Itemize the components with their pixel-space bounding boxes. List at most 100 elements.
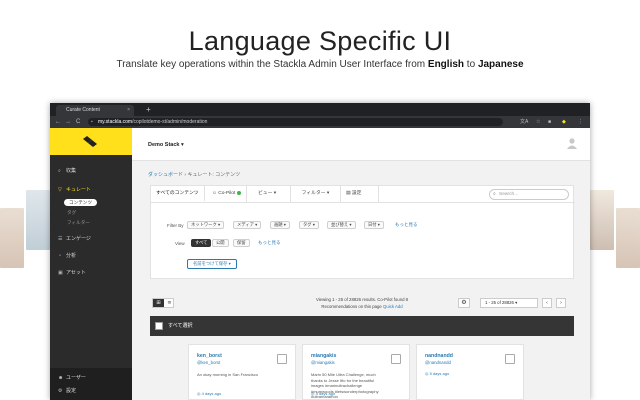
analytics-icon: ◔ xyxy=(58,253,62,259)
subtitle-text: Translate key operations within the Stac… xyxy=(116,59,428,70)
url-path: /copilotdemo-st/admin/moderation xyxy=(132,119,208,125)
browser-tab-bar: Curate Content × + xyxy=(50,103,590,116)
chevron-down-icon: ▾ xyxy=(181,142,184,148)
card-handle[interactable]: @miangakis xyxy=(311,360,335,365)
results-area: ⊞ ≣ Viewing 1 - 25 of 28826 results. Co-… xyxy=(150,294,574,400)
lock-icon: ▪ xyxy=(91,119,93,125)
pagination-select[interactable]: 1 - 25 of 28826 ▾ xyxy=(480,298,538,308)
status-dot xyxy=(236,190,241,195)
translate-icon[interactable]: 文A xyxy=(520,116,528,128)
sidebar-item-collect[interactable]: ⌕ 収集 xyxy=(58,167,76,175)
tab-title: Curate Content xyxy=(66,107,100,113)
sidebar-item-label: 設定 xyxy=(66,388,77,394)
show-more-filters-link[interactable]: もっと見る xyxy=(395,222,418,228)
user-icon: ☻ xyxy=(58,375,64,381)
card-checkbox[interactable] xyxy=(277,354,287,364)
filter-topic[interactable]: 画題 ▾ xyxy=(270,221,290,229)
card-handle[interactable]: @ken_borst xyxy=(197,360,220,365)
next-page-button[interactable]: › xyxy=(556,298,566,308)
breadcrumb-current: キュレート: コンテンツ xyxy=(187,172,241,178)
sidebar-item-label: 分析 xyxy=(66,253,77,259)
stackla-logo[interactable] xyxy=(50,128,132,155)
stackla-extension-icon[interactable]: ◆ xyxy=(562,116,566,128)
breadcrumb: ダッシュボード › キュレート: コンテンツ xyxy=(148,171,240,178)
card-time: ◎ 4 days ago xyxy=(197,391,221,396)
close-icon[interactable]: × xyxy=(127,105,130,116)
show-more-views-link[interactable]: もっと見る xyxy=(258,240,281,246)
card-username[interactable]: nandnandd xyxy=(425,353,453,359)
breadcrumb-dashboard-link[interactable]: ダッシュボード xyxy=(148,172,183,178)
search-icon: ⌕ xyxy=(493,192,496,197)
sidebar-item-users[interactable]: ☻ ユーザー xyxy=(58,374,86,382)
content-card[interactable]: nandnandd @nandnandd ◎ 5 days ago xyxy=(416,344,524,400)
menu-icon[interactable]: ⋮ xyxy=(578,116,583,128)
gear-icon: ⚙ xyxy=(58,388,63,394)
sidebar: ⌕ 収集 ▽ キュレート コンテンツ タグ フィルター ☰ エンゲージ ◔ 分析 ▣ アセ… xyxy=(50,128,132,400)
filter-date[interactable]: 日付 ▾ xyxy=(364,221,384,229)
background-photo xyxy=(590,190,614,250)
tab-copilot[interactable]: ☺ Co-Pilot xyxy=(207,186,247,202)
tab-views[interactable]: ビュー ▾ xyxy=(253,186,291,202)
filter-tags[interactable]: タグ ▾ xyxy=(299,221,319,229)
forward-icon[interactable]: → xyxy=(65,116,71,128)
view-published[interactable]: 公開 xyxy=(212,239,229,247)
logo-icon xyxy=(83,136,97,147)
filter-network[interactable]: ネットワーク ▾ xyxy=(187,221,225,229)
card-timestamp: 4 days ago xyxy=(201,391,222,396)
card-username[interactable]: miangakis xyxy=(311,353,336,359)
card-timestamp: 4 days ago xyxy=(315,391,336,396)
gear-icon[interactable]: ⚙ xyxy=(458,298,470,308)
content-card[interactable]: ken_borst @ken_borst An okay morning in … xyxy=(188,344,296,400)
view-label: View xyxy=(175,241,185,246)
search-input[interactable]: ⌕ Search... xyxy=(489,189,569,200)
sidebar-item-assets[interactable]: ▣ アセット xyxy=(58,269,86,277)
view-queued[interactable]: 保留 xyxy=(233,239,250,247)
star-icon[interactable]: ☆ xyxy=(536,116,540,128)
lang-from: English xyxy=(427,59,465,70)
stack-selector[interactable]: Demo Stack ▾ xyxy=(148,142,184,148)
prev-page-button[interactable]: ‹ xyxy=(542,298,552,308)
sidebar-item-curate[interactable]: ▽ キュレート xyxy=(58,186,91,194)
new-tab-button[interactable]: + xyxy=(146,103,151,116)
recommendations-text: Recommendations on this page xyxy=(321,304,382,309)
sidebar-subitem-content[interactable]: コンテンツ xyxy=(64,199,97,206)
extension-icon[interactable]: ■ xyxy=(548,116,551,128)
quick-add-link[interactable]: Quick Add xyxy=(383,304,403,309)
filter-by-label: Filter By xyxy=(167,223,184,228)
hero-title: Language Specific UI xyxy=(188,26,452,56)
stack-name: Demo Stack xyxy=(148,142,180,148)
view-all[interactable]: すべて xyxy=(191,239,212,247)
main-content: ダッシュボード › キュレート: コンテンツ すべてのコンテンツ ☺ Co-Pi… xyxy=(132,161,590,400)
user-avatar-icon[interactable] xyxy=(566,137,578,149)
card-username[interactable]: ken_borst xyxy=(197,353,222,359)
sidebar-item-analyze[interactable]: ◔ 分析 xyxy=(58,252,76,260)
filter-icon: ▽ xyxy=(58,187,62,193)
sidebar-footer: ☻ ユーザー ⚙ 設定 xyxy=(50,368,132,400)
browser-tab[interactable]: Curate Content × xyxy=(56,105,134,116)
sidebar-item-engage[interactable]: ☰ エンゲージ xyxy=(58,235,91,243)
hero-subtitle: Translate key operations within the Stac… xyxy=(0,59,640,70)
reload-icon[interactable]: C xyxy=(76,116,80,128)
card-checkbox[interactable] xyxy=(391,354,401,364)
search-placeholder: Search... xyxy=(499,192,519,197)
card-timestamp: 5 days ago xyxy=(429,371,450,376)
select-all-checkbox[interactable] xyxy=(155,322,163,330)
content-tabs: すべてのコンテンツ ☺ Co-Pilot ビュー ▾ フィルター ▾ ▤ 設定 … xyxy=(151,186,575,203)
content-card[interactable]: miangakis @miangakis Marin 50 Mile Ultra… xyxy=(302,344,410,400)
sidebar-subitem-tags[interactable]: タグ xyxy=(67,209,76,216)
search-icon: ⌕ xyxy=(58,168,61,174)
sidebar-item-label: 収集 xyxy=(66,168,77,174)
tab-filters[interactable]: フィルター ▾ xyxy=(291,186,341,202)
card-checkbox[interactable] xyxy=(505,354,515,364)
filter-media[interactable]: メディア ▾ xyxy=(233,221,262,229)
url-input[interactable]: ▪ my.stackla.com/copilotdemo-st/admin/mod… xyxy=(88,118,503,126)
card-handle[interactable]: @nandnandd xyxy=(425,360,451,365)
tab-settings[interactable]: ▤ 設定 xyxy=(341,186,379,202)
sidebar-item-label: ユーザー xyxy=(66,375,86,381)
back-icon[interactable]: ← xyxy=(55,116,61,128)
filter-sort[interactable]: 並び替え ▾ xyxy=(327,221,356,229)
sidebar-item-settings[interactable]: ⚙ 設定 xyxy=(58,387,76,395)
tab-all-content[interactable]: すべてのコンテンツ xyxy=(151,186,205,202)
sidebar-subitem-filters[interactable]: フィルター xyxy=(67,219,90,226)
save-as-button[interactable]: 名前をつけて保存 ▾ xyxy=(187,259,237,269)
